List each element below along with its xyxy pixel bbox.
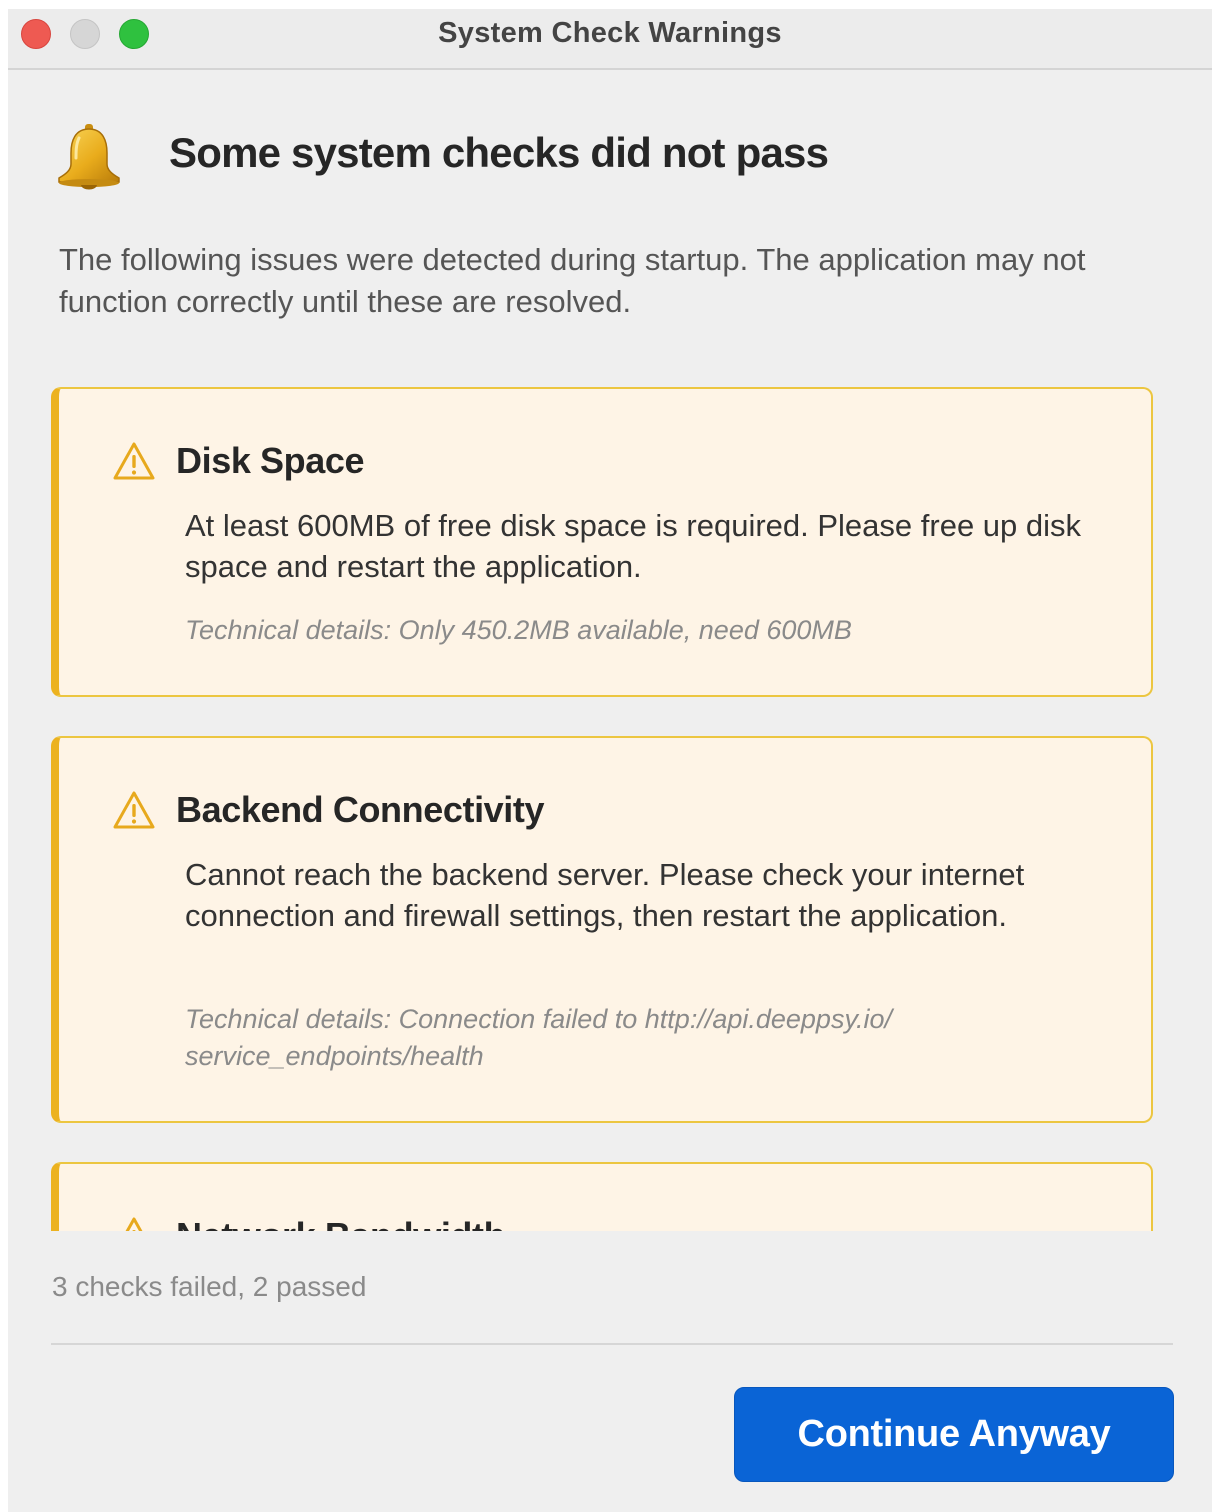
warning-icon [113,442,155,480]
check-message: At least 600MB of free disk space is req… [185,508,1082,584]
title-bar[interactable]: System Check Warnings [8,9,1212,70]
failed-checks-list[interactable]: Disk Space At least 600MB of free disk s… [8,379,1212,1231]
bell-icon [58,124,120,190]
warning-icon [113,791,155,829]
intro-description: The following issues were detected durin… [59,242,1086,319]
system-check-window: System Check Warnings Some system checks… [8,9,1212,1512]
check-card-network-bandwidth: Network Bandwidth [51,1162,1153,1231]
warning-icon [125,1217,143,1231]
check-card-backend-connectivity: Backend Connectivity Cannot reach the ba… [51,736,1153,1123]
check-title: Disk Space [176,440,365,481]
check-title: Backend Connectivity [176,789,545,830]
window-title: System Check Warnings [438,17,782,49]
check-technical-details: Technical details: Connection failed to … [185,1004,892,1071]
check-card-disk-space: Disk Space At least 600MB of free disk s… [51,387,1153,697]
continue-anyway-button[interactable]: Continue Anyway [734,1387,1174,1482]
check-message: Cannot reach the backend server. Please … [185,857,1025,933]
check-summary: 3 checks failed, 2 passed [52,1271,367,1302]
check-technical-details: Technical details: Only 450.2MB availabl… [185,615,852,645]
footer-divider [51,1343,1173,1345]
check-title: Network Bandwidth [176,1215,506,1231]
page-title: Some system checks did not pass [169,129,829,176]
